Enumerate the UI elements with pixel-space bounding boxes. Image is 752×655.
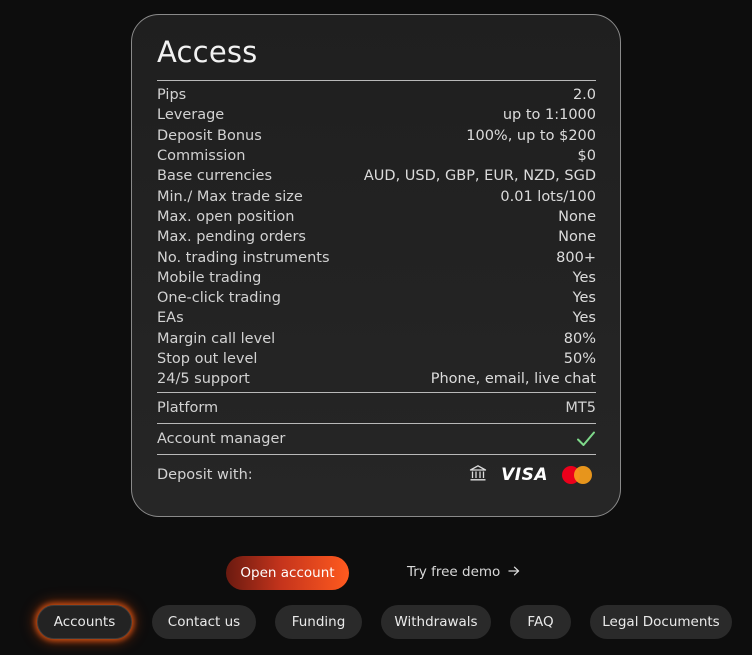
deposit-row: Deposit with: VISA [157, 455, 596, 499]
spec-value: 0.01 lots/100 [500, 188, 596, 205]
spec-label: Min./ Max trade size [157, 188, 303, 205]
spec-row: Deposit Bonus 100%, up to $200 [157, 126, 596, 146]
bottom-nav: Accounts Contact us Funding Withdrawals … [0, 605, 752, 639]
spec-row: Commission $0 [157, 146, 596, 166]
spec-value: None [558, 229, 596, 246]
nav-withdrawals[interactable]: Withdrawals [381, 605, 491, 639]
nav-funding[interactable]: Funding [275, 605, 362, 639]
spec-label: Stop out level [157, 351, 258, 367]
spec-label: One-click trading [157, 290, 281, 307]
spec-value: 2.0 [572, 87, 596, 104]
spec-row: 24/5 support Phone, email, live chat [157, 369, 596, 389]
payment-methods: VISA [469, 464, 592, 486]
card-title: Access [157, 35, 258, 69]
spec-row: Mobile trading Yes [157, 268, 596, 288]
spec-label: No. trading instruments [157, 249, 330, 266]
spec-row: Base currencies AUD, USD, GBP, EUR, NZD, … [157, 166, 596, 186]
cta-row: Open account Try free demo [0, 556, 752, 590]
spec-label: Pips [157, 87, 187, 104]
mastercard-icon [562, 466, 592, 485]
spec-row: Leverage up to 1:1000 [157, 105, 596, 125]
spec-row: One-click trading Yes [157, 288, 596, 308]
platform-value: MT5 [565, 400, 596, 417]
spec-value: Phone, email, live chat [430, 371, 596, 388]
nav-contact-us[interactable]: Contact us [152, 605, 256, 639]
account-card-access: Access Pips 2.0 Leverage up to 1:1000 Depo… [131, 14, 621, 517]
spec-label: Commission [157, 148, 246, 165]
spec-list: Pips 2.0 Leverage up to 1:1000 Deposit Bon… [157, 81, 596, 392]
visa-logo: VISA [501, 465, 548, 486]
spec-label: Deposit Bonus [157, 127, 262, 144]
platform-label: Platform [157, 400, 219, 417]
spec-value: 100%, up to $200 [466, 127, 596, 144]
nav-faq[interactable]: FAQ [510, 605, 571, 639]
spec-row: Max. open position None [157, 207, 596, 227]
nav-legal-documents[interactable]: Legal Documents [590, 605, 732, 639]
spec-label: EAs [157, 310, 184, 327]
spec-value: None [558, 208, 596, 225]
spec-label: Max. open position [157, 208, 295, 225]
spec-row: Pips 2.0 [157, 85, 596, 105]
spec-label: Margin call level [157, 330, 276, 347]
spec-row: No. trading instruments 800+ [157, 247, 596, 267]
spec-row: Margin call level 80% [157, 329, 596, 349]
spec-value: Yes [572, 310, 596, 327]
bank-icon [469, 464, 487, 486]
spec-value: up to 1:1000 [502, 107, 596, 124]
check-icon [576, 430, 596, 448]
deposit-label: Deposit with: [157, 467, 253, 484]
spec-label: Mobile trading [157, 269, 262, 286]
spec-value: $0 [577, 148, 596, 165]
spec-value: AUD, USD, GBP, EUR, NZD, SGD [363, 168, 596, 185]
spec-value: Yes [572, 269, 596, 286]
spec-label: Base currencies [157, 168, 273, 185]
account-manager-label: Account manager [157, 431, 286, 448]
spec-row: Max. pending orders None [157, 227, 596, 247]
spec-row: Stop out level 50% [157, 349, 596, 369]
spec-label: 24/5 support [157, 371, 250, 388]
spec-label: Max. pending orders [157, 229, 306, 246]
platform-row: Platform MT5 [157, 393, 596, 423]
spec-value: 50% [563, 351, 596, 367]
try-free-demo-link[interactable]: Try free demo [407, 564, 520, 580]
spec-value: 80% [563, 330, 596, 347]
arrow-right-icon [508, 564, 520, 580]
demo-link-label: Try free demo [407, 564, 501, 580]
spec-row: EAs Yes [157, 308, 596, 328]
spec-label: Leverage [157, 107, 225, 124]
open-account-button[interactable]: Open account [226, 556, 349, 590]
spec-value: Yes [572, 290, 596, 307]
account-manager-row: Account manager [157, 424, 596, 454]
nav-accounts[interactable]: Accounts [37, 605, 132, 639]
spec-row: Min./ Max trade size 0.01 lots/100 [157, 186, 596, 206]
page: Access Pips 2.0 Leverage up to 1:1000 Depo… [0, 0, 752, 655]
spec-value: 800+ [556, 249, 596, 266]
